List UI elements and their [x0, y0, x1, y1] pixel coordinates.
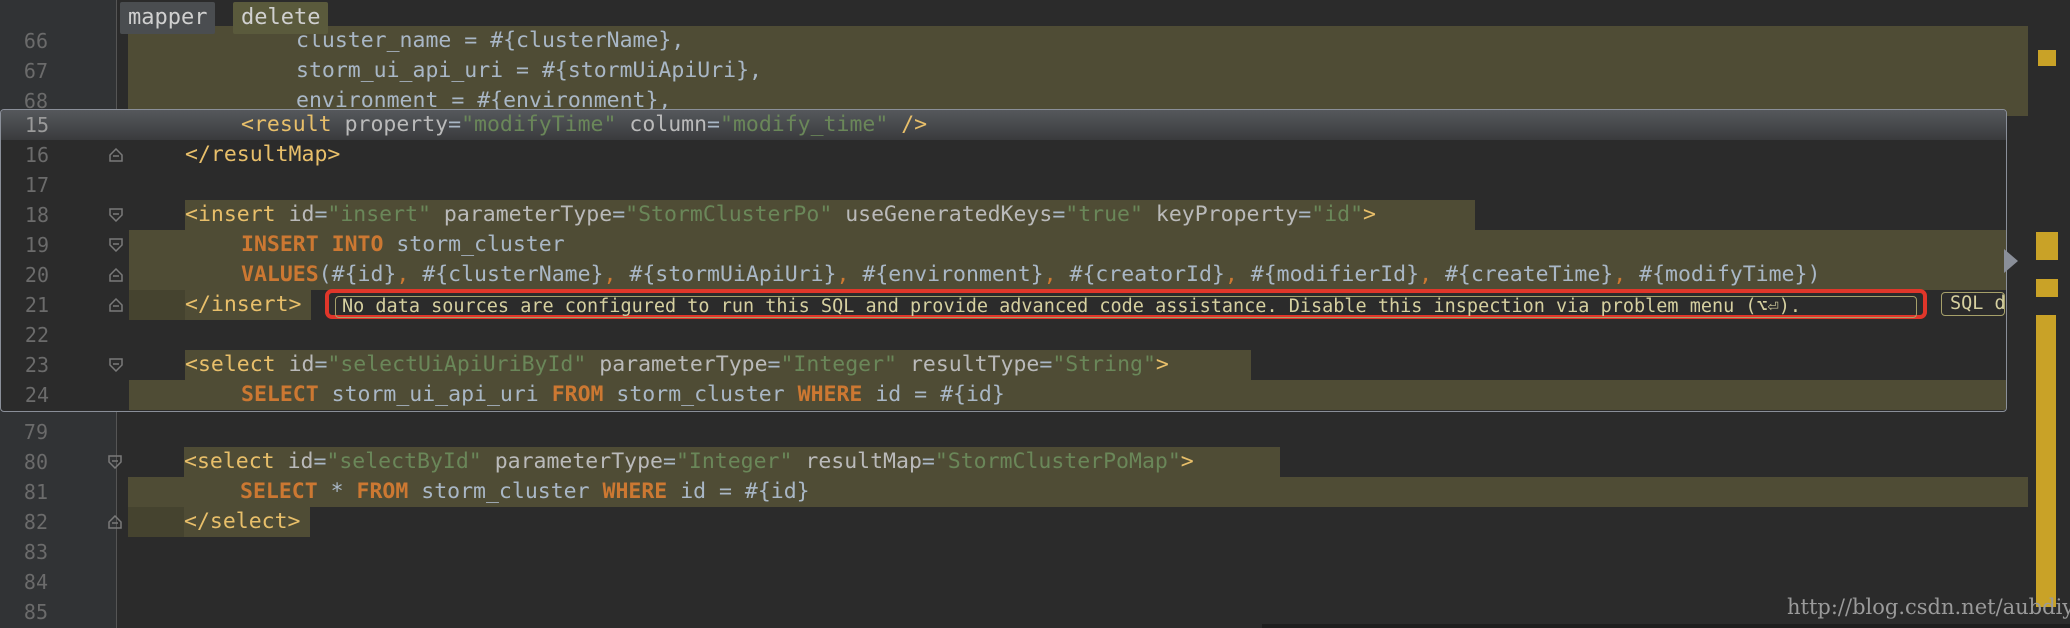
code-line: 15 <result property="modifyTime" column=…	[24, 112, 928, 137]
warning-marker[interactable]	[2036, 279, 2058, 297]
code-line: 84	[23, 570, 48, 594]
fold-open-icon[interactable]	[109, 358, 123, 372]
code-line: 67 storm_ui_api_uri = #{stormUiApiUri},	[0, 56, 2028, 86]
code-line: 23 <select id="selectUiApiUriById" param…	[1, 350, 2001, 380]
code-line: 79	[23, 420, 48, 444]
breadcrumb-delete[interactable]: delete	[233, 2, 329, 34]
warning-marker[interactable]	[2036, 232, 2058, 260]
watermark: http://blog.csdn.net/aubdiy	[1787, 595, 2070, 619]
code-line: 80 <select id="selectById" parameterType…	[0, 447, 2000, 477]
code-line: 19 INSERT INTO storm_cluster	[1, 230, 2006, 260]
fold-end-icon[interactable]	[109, 268, 123, 282]
code-preview-popup: 15 <result property="modifyTime" column=…	[0, 109, 2007, 412]
code-line: 81 SELECT * FROM storm_cluster WHERE id …	[0, 477, 2028, 507]
fold-end-icon[interactable]	[108, 515, 122, 529]
sql-dialect-chip[interactable]: SQL d	[1941, 292, 2005, 316]
inspection-message[interactable]: No data sources are configured to run th…	[335, 296, 1917, 318]
code-line: 16 </resultMap>	[24, 142, 341, 167]
code-line: 82 </select>	[0, 507, 2000, 537]
code-line: 83	[23, 540, 48, 564]
code-line: 17	[24, 173, 49, 197]
popup-pointer-icon	[2004, 249, 2018, 273]
code-line: 85	[23, 600, 48, 624]
breadcrumb-mapper[interactable]: mapper	[120, 2, 216, 34]
code-line: 18 <insert id="insert" parameterType="St…	[1, 200, 2001, 230]
inspection-highlight: No data sources are configured to run th…	[325, 289, 1927, 319]
fold-open-icon[interactable]	[108, 455, 122, 469]
fold-open-icon[interactable]	[109, 238, 123, 252]
code-line: 24 SELECT storm_ui_api_uri FROM storm_cl…	[1, 380, 2006, 410]
fold-end-icon[interactable]	[109, 298, 123, 312]
scrollbar-thumb[interactable]	[2036, 315, 2056, 607]
code-line: 20 VALUES(#{id}, #{clusterName}, #{storm…	[1, 260, 2006, 290]
fold-end-icon[interactable]	[109, 148, 123, 162]
warning-marker[interactable]	[2038, 50, 2056, 66]
fold-open-icon[interactable]	[109, 208, 123, 222]
code-line: 22	[24, 323, 49, 347]
